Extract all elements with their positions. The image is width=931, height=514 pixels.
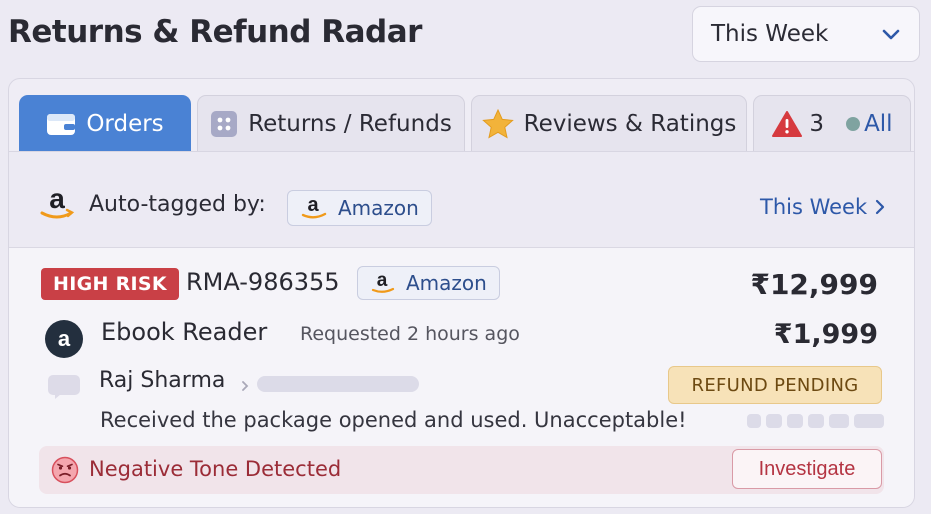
grid-icon: [211, 110, 238, 137]
tab-label: Reviews & Ratings: [523, 110, 737, 137]
tone-alert-label: Negative Tone Detected: [89, 457, 342, 481]
period-link-label: This Week: [760, 195, 868, 219]
ticket-content: a Auto-tagged by: a Amazon This Week HIG…: [9, 151, 914, 507]
chevron-right-icon: [876, 199, 885, 215]
tab-label: Orders: [86, 110, 164, 137]
page-title: Returns & Refund Radar: [8, 14, 422, 50]
chevron-right-icon: [242, 381, 249, 391]
source-chip-label: Amazon: [338, 196, 419, 220]
period-link[interactable]: This Week: [760, 195, 885, 219]
amazon-logo-icon: a: [301, 195, 327, 219]
period-select-value: This Week: [711, 21, 829, 47]
source-chip[interactable]: a Amazon: [287, 190, 432, 226]
tab-alerts-all[interactable]: 3 All: [753, 95, 911, 151]
returns-panel: Orders Returns / Refunds Reviews & Ratin…: [8, 78, 915, 508]
tab-orders[interactable]: Orders: [19, 95, 191, 151]
tab-reviews-ratings[interactable]: Reviews & Ratings: [471, 95, 747, 151]
customer-name[interactable]: Raj Sharma: [99, 368, 225, 393]
status-dot-icon: [846, 116, 861, 131]
warning-icon: [772, 110, 803, 137]
investigate-button[interactable]: Investigate: [732, 449, 882, 489]
amazon-avatar-icon: a: [45, 320, 83, 358]
wallet-icon: [47, 113, 76, 135]
status-badge: REFUND PENDING: [668, 366, 882, 404]
tab-returns-refunds[interactable]: Returns / Refunds: [197, 95, 465, 151]
product-name[interactable]: Ebook Reader: [101, 318, 267, 346]
rma-number[interactable]: RMA-986355: [186, 268, 340, 296]
chat-bubble-icon: [48, 375, 80, 399]
channel-chip-label: Amazon: [406, 271, 487, 295]
period-select[interactable]: This Week: [692, 6, 920, 62]
auto-tag-bar: a Auto-tagged by: a Amazon This Week: [9, 152, 914, 248]
tab-label: All: [864, 110, 893, 137]
auto-tag-label: Auto-tagged by:: [89, 192, 266, 217]
svg-text:a: a: [377, 271, 388, 291]
item-price: ₹1,999: [773, 319, 878, 350]
alert-count: 3: [809, 110, 825, 137]
risk-badge: HIGH RISK: [41, 268, 179, 300]
placeholder-bar: [257, 376, 419, 392]
svg-text:a: a: [49, 186, 65, 214]
svg-text:a: a: [307, 195, 319, 216]
requested-time: Requested 2 hours ago: [300, 323, 520, 345]
star-icon: [481, 108, 514, 138]
amazon-logo-icon: a: [371, 271, 395, 293]
placeholder-dots: [747, 414, 884, 428]
angry-face-icon: [51, 456, 79, 484]
channel-chip: a Amazon: [357, 266, 500, 300]
tab-label: Returns / Refunds: [248, 110, 452, 137]
chevron-down-icon: [882, 29, 900, 40]
order-total: ₹12,999: [750, 268, 878, 301]
customer-message: Received the package opened and used. Un…: [100, 408, 687, 432]
amazon-logo-icon: a: [37, 186, 77, 222]
tone-alert-bar: Negative Tone Detected Investigate: [39, 446, 884, 494]
